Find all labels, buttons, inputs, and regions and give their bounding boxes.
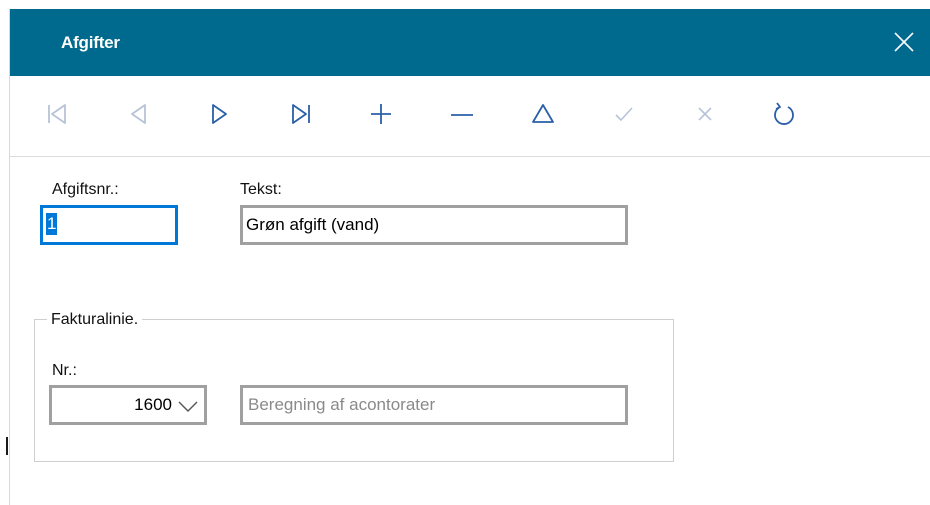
cancel-button[interactable] [685, 94, 725, 134]
last-record-button[interactable] [281, 94, 321, 134]
tekst-input[interactable] [240, 205, 628, 245]
title-bar: Afgifter [10, 9, 930, 76]
add-record-button[interactable] [361, 94, 401, 134]
afgifter-dialog: Afgifter Afgiftsnr.: 1 Tekst: Grøn afgif… [9, 9, 930, 505]
nr-label: Nr.: [52, 362, 77, 379]
triangle-right-icon [212, 104, 227, 124]
nr-combobox[interactable]: 1600 [49, 385, 207, 425]
afgiftsnr-input[interactable]: 1 [40, 205, 178, 245]
check-icon [615, 107, 633, 121]
fakturalinie-group-title: Fakturalinie. [47, 311, 143, 329]
screen: Afgifter Afgiftsnr.: 1 Tekst: Grøn afgif… [0, 0, 930, 505]
background-mark [6, 437, 8, 455]
refresh-icon [774, 102, 794, 125]
triangle-up-icon [532, 104, 554, 123]
afgiftsnr-label: Afgiftsnr.: [52, 181, 119, 198]
delete-record-button[interactable] [442, 94, 482, 134]
edit-record-button[interactable] [523, 94, 563, 134]
minus-icon [451, 114, 473, 116]
skip-last-icon [292, 104, 310, 124]
record-toolbar [10, 76, 930, 157]
record-form: Afgiftsnr.: 1 Tekst: Fakturalinie. Nr.: … [10, 157, 930, 505]
first-record-button[interactable] [37, 94, 77, 134]
nr-description-field: Beregning af acontorater [240, 385, 628, 425]
refresh-button[interactable] [764, 94, 804, 134]
afgiftsnr-value: 1 [46, 213, 58, 235]
close-icon [894, 32, 914, 52]
nr-value: 1600 [134, 395, 172, 414]
confirm-button[interactable] [604, 94, 644, 134]
triangle-left-icon [131, 104, 146, 124]
skip-first-icon [48, 104, 66, 124]
prev-record-button[interactable] [118, 94, 158, 134]
x-icon [698, 107, 712, 121]
close-button[interactable] [887, 25, 921, 59]
plus-icon [371, 104, 391, 124]
window-title: Afgifter [61, 33, 120, 52]
tekst-label: Tekst: [240, 181, 282, 198]
next-record-button[interactable] [200, 94, 240, 134]
background-edge [0, 0, 9, 505]
chevron-down-icon [178, 401, 198, 412]
